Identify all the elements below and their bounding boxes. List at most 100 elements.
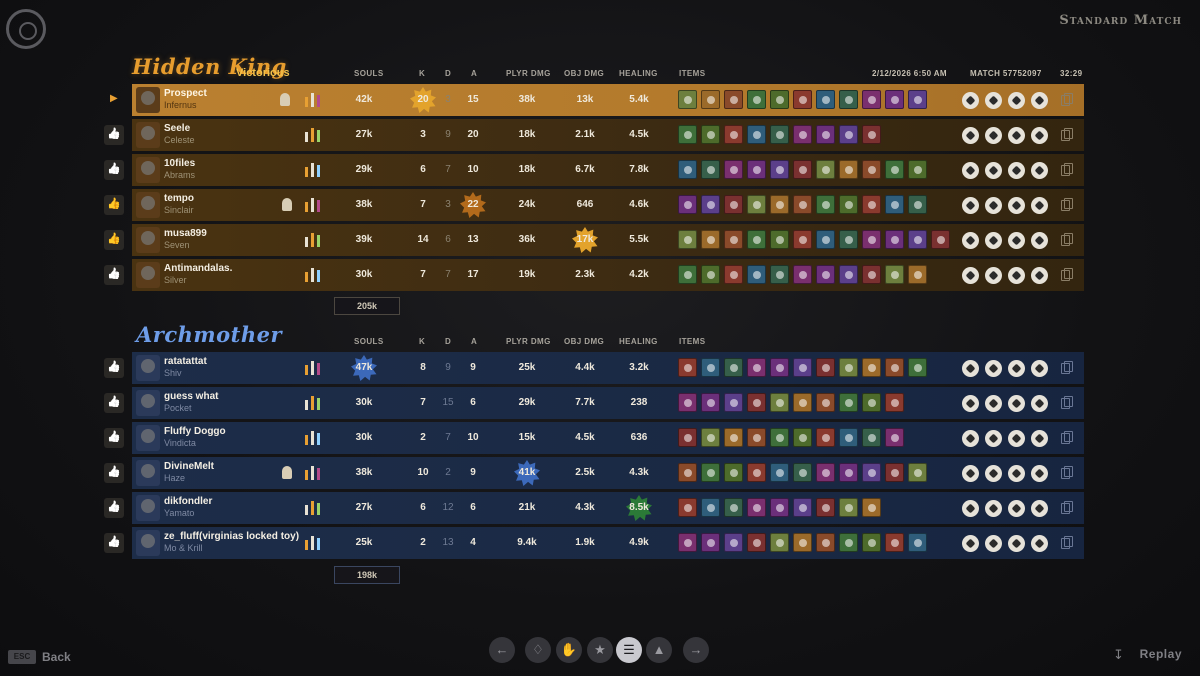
item-icon[interactable] (724, 533, 743, 552)
item-icon[interactable] (816, 393, 835, 412)
ability-icon[interactable] (1031, 535, 1048, 552)
player-name[interactable]: musa899 (164, 228, 207, 239)
item-icon[interactable] (724, 463, 743, 482)
item-icon[interactable] (862, 160, 881, 179)
player-name[interactable]: 10files (164, 158, 195, 169)
item-icon[interactable] (839, 265, 858, 284)
item-icon[interactable] (908, 195, 927, 214)
player-name[interactable]: Fluffy Doggo (164, 426, 226, 437)
ability-icon[interactable] (985, 500, 1002, 517)
copy-build-icon[interactable] (1061, 128, 1073, 141)
item-icon[interactable] (770, 533, 789, 552)
ability-icon[interactable] (962, 500, 979, 517)
header-healing[interactable]: HEALING (619, 69, 658, 78)
commend-thumbs-up-icon[interactable] (104, 498, 124, 518)
item-icon[interactable] (908, 463, 927, 482)
item-icon[interactable] (770, 428, 789, 447)
item-icon[interactable] (793, 230, 812, 249)
item-icon[interactable] (747, 195, 766, 214)
item-icon[interactable] (678, 428, 697, 447)
item-icon[interactable] (747, 265, 766, 284)
copy-build-icon[interactable] (1061, 466, 1073, 479)
item-icon[interactable] (678, 195, 697, 214)
player-row[interactable]: 10files Abrams 29k 6 7 10 18k 6.7k 7.8k (132, 154, 1084, 186)
item-icon[interactable] (724, 358, 743, 377)
item-icon[interactable] (839, 90, 858, 109)
item-icon[interactable] (885, 90, 904, 109)
ability-icon[interactable] (1031, 127, 1048, 144)
ability-icon[interactable] (1008, 267, 1025, 284)
item-icon[interactable] (793, 428, 812, 447)
ability-icon[interactable] (962, 197, 979, 214)
item-icon[interactable] (862, 265, 881, 284)
item-icon[interactable] (885, 230, 904, 249)
item-icon[interactable] (747, 393, 766, 412)
item-icon[interactable] (793, 195, 812, 214)
copy-build-icon[interactable] (1061, 361, 1073, 374)
item-icon[interactable] (793, 160, 812, 179)
item-icon[interactable] (908, 230, 927, 249)
ability-icon[interactable] (985, 127, 1002, 144)
ability-icon[interactable] (962, 535, 979, 552)
item-icon[interactable] (747, 428, 766, 447)
item-icon[interactable] (908, 90, 927, 109)
header-assists[interactable]: A (471, 69, 477, 78)
item-icon[interactable] (862, 195, 881, 214)
item-icon[interactable] (678, 230, 697, 249)
copy-build-icon[interactable] (1061, 268, 1073, 281)
ability-icon[interactable] (1031, 232, 1048, 249)
item-icon[interactable] (678, 358, 697, 377)
item-icon[interactable] (701, 160, 720, 179)
item-icon[interactable] (793, 533, 812, 552)
item-icon[interactable] (816, 428, 835, 447)
item-icon[interactable] (885, 265, 904, 284)
item-icon[interactable] (724, 195, 743, 214)
ability-icon[interactable] (985, 232, 1002, 249)
item-icon[interactable] (678, 125, 697, 144)
item-icon[interactable] (701, 358, 720, 377)
header-healing[interactable]: HEALING (619, 337, 658, 346)
item-icon[interactable] (747, 498, 766, 517)
player-row[interactable]: Seele Celeste 27k 3 9 20 18k 2.1k 4.5k (132, 119, 1084, 151)
ability-icon[interactable] (1008, 92, 1025, 109)
item-icon[interactable] (724, 125, 743, 144)
header-kills[interactable]: K (419, 69, 425, 78)
ability-icon[interactable] (1008, 162, 1025, 179)
ability-icon[interactable] (1031, 360, 1048, 377)
copy-build-icon[interactable] (1061, 396, 1073, 409)
header-kills[interactable]: K (419, 337, 425, 346)
item-icon[interactable] (839, 160, 858, 179)
ability-icon[interactable] (1031, 162, 1048, 179)
header-objective-damage[interactable]: OBJ DMG (564, 337, 604, 346)
header-player-damage[interactable]: PLYR DMG (506, 69, 551, 78)
item-icon[interactable] (701, 195, 720, 214)
ability-icon[interactable] (1031, 197, 1048, 214)
copy-build-icon[interactable] (1061, 233, 1073, 246)
ability-icon[interactable] (1008, 465, 1025, 482)
item-icon[interactable] (839, 125, 858, 144)
item-icon[interactable] (839, 230, 858, 249)
item-icon[interactable] (701, 90, 720, 109)
item-icon[interactable] (931, 230, 950, 249)
item-icon[interactable] (678, 160, 697, 179)
item-icon[interactable] (701, 125, 720, 144)
item-icon[interactable] (724, 428, 743, 447)
item-icon[interactable] (701, 463, 720, 482)
item-icon[interactable] (862, 393, 881, 412)
selected-row-arrow-icon[interactable] (104, 90, 124, 110)
ability-icon[interactable] (1008, 232, 1025, 249)
item-icon[interactable] (839, 498, 858, 517)
header-souls[interactable]: SOULS (354, 337, 384, 346)
item-icon[interactable] (908, 265, 927, 284)
item-icon[interactable] (862, 90, 881, 109)
ability-icon[interactable] (1008, 360, 1025, 377)
item-icon[interactable] (862, 533, 881, 552)
item-icon[interactable] (747, 90, 766, 109)
commend-thumbs-up-icon[interactable] (104, 393, 124, 413)
ability-icon[interactable] (985, 92, 1002, 109)
player-name[interactable]: dikfondler (164, 496, 212, 507)
ability-icon[interactable] (962, 430, 979, 447)
item-icon[interactable] (747, 463, 766, 482)
item-icon[interactable] (770, 358, 789, 377)
ability-icon[interactable] (1008, 395, 1025, 412)
